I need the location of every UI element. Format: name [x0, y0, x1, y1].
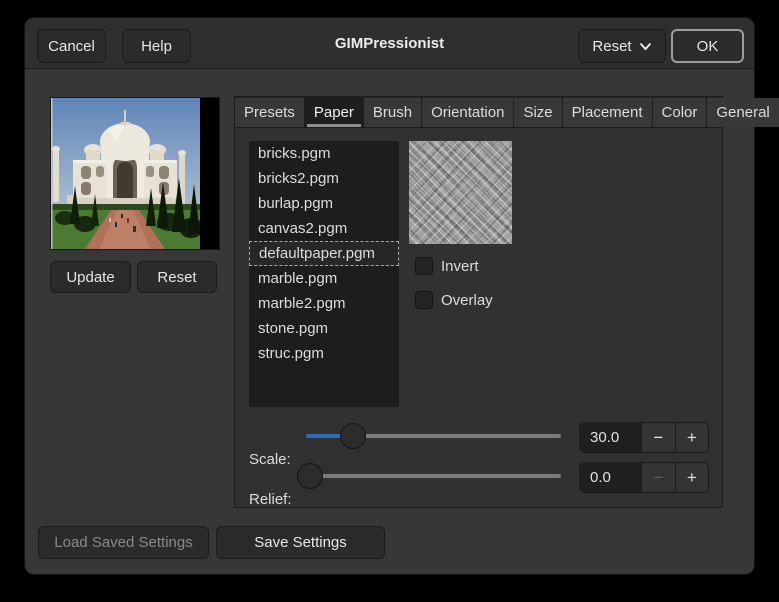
taj-mahal-preview-image [51, 98, 219, 249]
load-saved-settings-button[interactable]: Load Saved Settings [38, 526, 209, 559]
list-item-canvas2[interactable]: canvas2.pgm [249, 216, 399, 241]
tab-strip: Presets Paper Brush Orientation Size Pla… [234, 96, 723, 127]
update-button-label: Update [66, 269, 114, 286]
reset-menu-label: Reset [592, 38, 631, 55]
minus-icon: − [653, 468, 663, 488]
load-saved-settings-label: Load Saved Settings [54, 534, 192, 551]
relief-spinbox: 0.0 − + [579, 462, 709, 493]
cancel-button-label: Cancel [48, 38, 95, 55]
paper-file-list: bricks.pgm bricks2.pgm burlap.pgm canvas… [249, 141, 399, 407]
help-button-label: Help [141, 38, 172, 55]
tab-color[interactable]: Color [653, 98, 708, 127]
list-item-marble[interactable]: marble.pgm [249, 266, 399, 291]
save-settings-label: Save Settings [254, 534, 347, 551]
tab-paper[interactable]: Paper [305, 98, 364, 127]
chevron-down-icon [639, 42, 652, 51]
gimpressionist-dialog: GIMPressionist Cancel Help Reset OK [25, 18, 754, 574]
invert-option: Invert [415, 257, 479, 275]
list-item-stone[interactable]: stone.pgm [249, 316, 399, 341]
list-item-burlap[interactable]: burlap.pgm [249, 191, 399, 216]
tab-placement[interactable]: Placement [563, 98, 653, 127]
scale-label: Scale: [249, 451, 291, 468]
list-item-bricks2[interactable]: bricks2.pgm [249, 166, 399, 191]
paper-tab-page: bricks.pgm bricks2.pgm burlap.pgm canvas… [234, 127, 723, 508]
tab-size[interactable]: Size [514, 98, 562, 127]
dialog-title: GIMPressionist [335, 35, 444, 52]
reset-menu-button[interactable]: Reset [578, 29, 666, 63]
screenshot-canvas: GIMPressionist Cancel Help Reset OK [0, 0, 779, 602]
relief-label: Relief: [249, 491, 292, 508]
relief-decrement-button[interactable]: − [641, 463, 674, 492]
tab-presets[interactable]: Presets [235, 98, 305, 127]
help-button[interactable]: Help [122, 29, 191, 63]
tab-orientation[interactable]: Orientation [422, 98, 514, 127]
relief-increment-button[interactable]: + [675, 463, 708, 492]
scale-increment-button[interactable]: + [675, 423, 708, 452]
tab-general[interactable]: General [707, 98, 779, 127]
relief-value[interactable]: 0.0 [580, 463, 641, 492]
preview-reset-button[interactable]: Reset [137, 261, 217, 293]
scale-decrement-button[interactable]: − [641, 423, 674, 452]
scale-spinbox: 30.0 − + [579, 422, 709, 453]
scale-value[interactable]: 30.0 [580, 423, 641, 452]
tab-brush[interactable]: Brush [364, 98, 422, 127]
ok-button-label: OK [697, 38, 719, 55]
settings-notebook: Presets Paper Brush Orientation Size Pla… [234, 96, 723, 508]
list-item-bricks[interactable]: bricks.pgm [249, 141, 399, 166]
list-item-marble2[interactable]: marble2.pgm [249, 291, 399, 316]
save-settings-button[interactable]: Save Settings [216, 526, 385, 559]
cancel-button[interactable]: Cancel [37, 29, 106, 63]
update-button[interactable]: Update [50, 261, 131, 293]
plus-icon: + [687, 468, 697, 488]
relief-slider-track[interactable] [306, 474, 561, 478]
image-preview [50, 97, 220, 250]
relief-slider-thumb[interactable] [297, 463, 323, 489]
invert-checkbox[interactable] [415, 257, 433, 275]
preview-reset-label: Reset [157, 269, 196, 286]
overlay-checkbox[interactable] [415, 291, 433, 309]
overlay-option: Overlay [415, 291, 493, 309]
ok-button[interactable]: OK [671, 29, 744, 63]
list-item-struc[interactable]: struc.pgm [249, 341, 399, 366]
invert-label: Invert [441, 258, 479, 275]
paper-texture-preview [409, 141, 512, 244]
plus-icon: + [687, 428, 697, 448]
minus-icon: − [653, 428, 663, 448]
overlay-label: Overlay [441, 292, 493, 309]
scale-slider-thumb[interactable] [340, 423, 366, 449]
list-item-defaultpaper[interactable]: defaultpaper.pgm [249, 241, 399, 266]
